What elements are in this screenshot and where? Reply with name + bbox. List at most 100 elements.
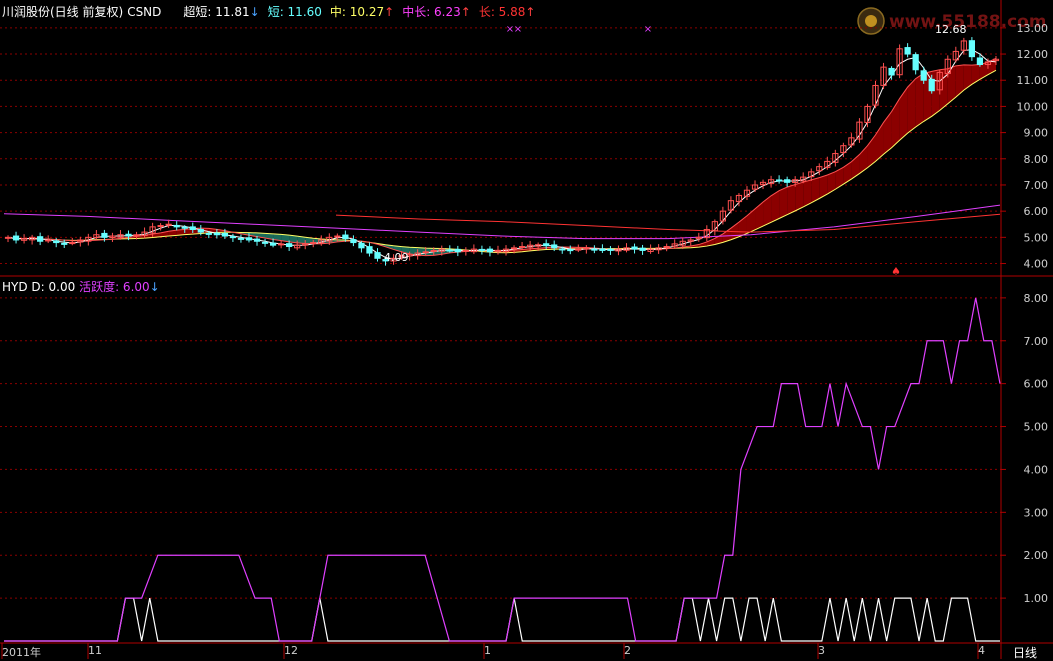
candle-body [230, 237, 235, 238]
candle-body [166, 224, 171, 225]
candle-body [969, 41, 974, 57]
band-segment [795, 182, 803, 211]
candle-body [126, 234, 131, 236]
x-axis-label: 12 [284, 644, 298, 657]
candle-body [102, 233, 107, 237]
band-segment [908, 79, 916, 134]
short-ma-line [8, 58, 996, 255]
candle-body [889, 68, 894, 75]
band-segment [827, 172, 835, 194]
long-ma-line [336, 214, 1000, 232]
candle-body [287, 244, 292, 247]
candle-body [367, 247, 372, 253]
hyd-label: HYD [2, 280, 28, 294]
activity-arrow: ↓ [150, 280, 160, 294]
d-line [4, 598, 1000, 641]
candle-body [182, 227, 187, 228]
candle-body [262, 242, 267, 243]
candle-body [134, 235, 139, 236]
candle-body [335, 236, 340, 237]
candle-body [62, 243, 67, 244]
candle-body [479, 249, 484, 250]
lower-panel-header: HYD D: 0.00 活跃度: 6.00↓ [2, 278, 160, 295]
candle-body [592, 249, 597, 250]
candle-body [351, 240, 356, 243]
candle-body [375, 253, 380, 259]
chart-markers: ×××♠ [0, 0, 1053, 659]
candle-body [246, 238, 251, 240]
band-segment [787, 184, 795, 214]
candle-body [511, 248, 516, 249]
candle-body [576, 249, 581, 250]
x-axis-label: 1 [484, 644, 491, 657]
signal-marker: × [644, 24, 652, 35]
candle-body [544, 244, 549, 246]
candle-body [254, 239, 259, 241]
upper-y-tick-label: 8.00 [1024, 153, 1049, 166]
candle-body [158, 226, 163, 227]
lower-y-tick-label: 7.00 [1024, 335, 1049, 348]
candle-body [174, 225, 179, 226]
period-label[interactable]: 日线 [1013, 644, 1037, 661]
candle-body [913, 55, 918, 70]
candle-body [905, 48, 910, 54]
x-axis-label: 4 [978, 644, 985, 657]
candle-body [46, 240, 51, 241]
candle-body [447, 250, 452, 251]
candle-body [270, 243, 275, 245]
candle-body [222, 233, 227, 236]
stock-chart: 13.00 12.00 11.00 10.00 9.00 8.00 7.00 6.00 5.00… [0, 0, 1053, 659]
candle-body [664, 247, 669, 248]
x-axis-label: 11 [88, 644, 102, 657]
upper-y-tick-label: 10.00 [1017, 100, 1049, 113]
upper-y-tick-label: 9.00 [1024, 127, 1049, 140]
band-segment [779, 187, 787, 218]
upper-y-tick-label: 5.00 [1024, 231, 1049, 244]
candle-body [423, 252, 428, 253]
band-segment [884, 112, 892, 155]
candlestick-series [5, 37, 998, 266]
band-segment [932, 70, 940, 117]
candle-body [54, 241, 59, 243]
upper-panel-grid [0, 28, 1006, 264]
candle-body [279, 244, 284, 245]
candle-body [5, 237, 10, 238]
candle-body [568, 250, 573, 251]
candle-body [190, 227, 195, 230]
ma-band-fill [8, 58, 996, 255]
candle-body [13, 236, 18, 240]
candle-body [552, 245, 557, 248]
x-axis-label: 3 [818, 644, 825, 657]
candle-body [519, 247, 524, 248]
band-segment [900, 87, 908, 140]
band-segment [964, 65, 972, 90]
candle-body [977, 58, 982, 65]
x-axis-label: 2 [624, 644, 631, 657]
candle-body [640, 248, 645, 250]
candle-body [929, 79, 934, 90]
candle-body [632, 247, 637, 249]
moving-average-lines [4, 50, 1000, 259]
lower-y-tick-label: 6.00 [1024, 378, 1049, 391]
upper-y-tick-label: 13.00 [1017, 22, 1049, 35]
candle-body [455, 249, 460, 251]
candle-body [206, 233, 211, 234]
upper-y-tick-label: 11.00 [1017, 74, 1049, 87]
band-segment [916, 73, 924, 127]
upper-y-tick-label: 4.00 [1024, 258, 1049, 271]
candle-body [359, 243, 364, 247]
candle-body [785, 180, 790, 183]
candle-body [921, 71, 926, 80]
low-price-marker: 4.09 [384, 251, 409, 264]
candle-body [560, 249, 565, 250]
candle-body [198, 229, 203, 232]
candle-body [343, 235, 348, 239]
signal-marker: × [514, 24, 522, 35]
d-value-label: D: 0.00 [31, 280, 75, 294]
high-price-marker: 12.68 [935, 23, 967, 36]
x-axis-label: 2011年 [2, 644, 41, 660]
upper-y-tick-label: 12.00 [1017, 48, 1049, 61]
band-segment [755, 202, 763, 230]
upper-y-tick-label: 6.00 [1024, 205, 1049, 218]
lower-y-tick-label: 5.00 [1024, 421, 1049, 434]
